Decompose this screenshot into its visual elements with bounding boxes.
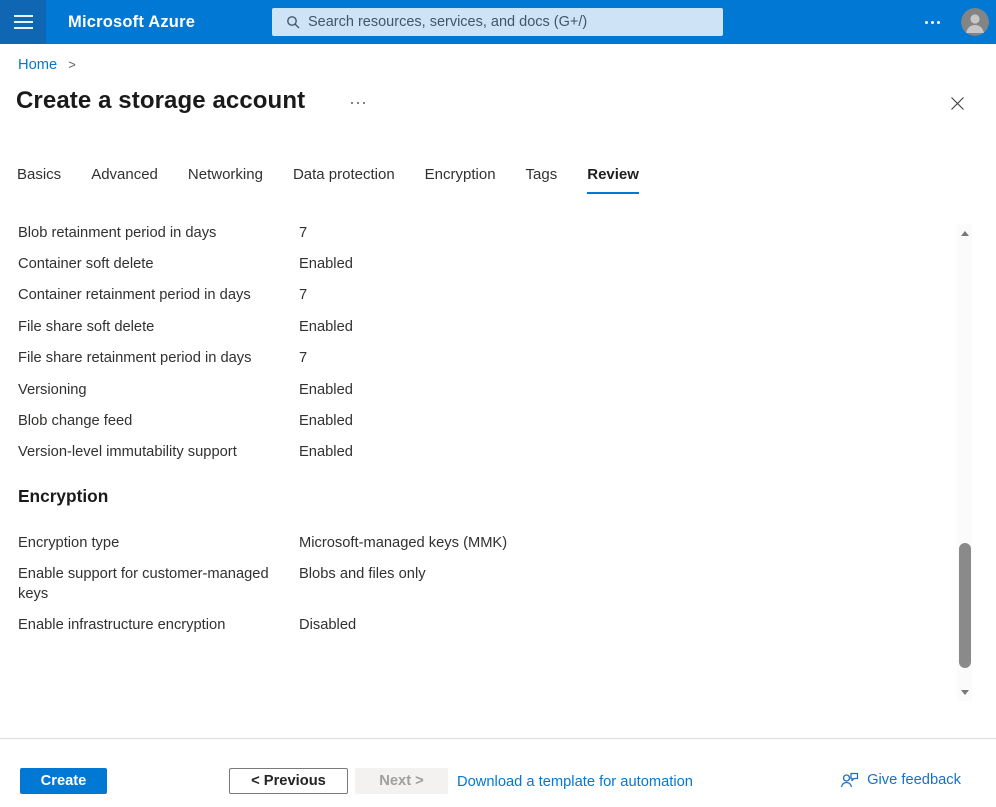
row-label: Enable infrastructure encryption <box>18 615 299 635</box>
ellipsis-icon <box>937 21 940 24</box>
row-value: Blobs and files only <box>299 564 938 584</box>
review-row: Version-level immutability support Enabl… <box>18 437 938 468</box>
breadcrumb-home-link[interactable]: Home <box>18 57 57 73</box>
hamburger-icon <box>14 15 33 17</box>
row-value: Disabled <box>299 615 938 635</box>
review-row: Enable infrastructure encryption Disable… <box>18 615 938 635</box>
encryption-rows: Encryption type Microsoft-managed keys (… <box>18 533 938 635</box>
row-label: File share soft delete <box>18 319 299 335</box>
tab-basics[interactable]: Basics <box>17 166 61 194</box>
tab-data-protection[interactable]: Data protection <box>293 166 395 194</box>
ellipsis-icon <box>363 102 366 105</box>
row-value: 7 <box>299 287 938 303</box>
ellipsis-icon <box>925 21 928 24</box>
ellipsis-icon <box>931 21 934 24</box>
vertical-scrollbar[interactable] <box>957 224 972 701</box>
give-feedback-button[interactable]: Give feedback <box>840 771 961 789</box>
tab-review[interactable]: Review <box>587 166 639 194</box>
search-icon <box>286 15 300 29</box>
row-value: Enabled <box>299 413 938 429</box>
encryption-section-heading: Encryption <box>18 486 938 507</box>
global-search-box[interactable] <box>272 8 723 36</box>
footer-divider <box>0 738 996 739</box>
row-label: Version-level immutability support <box>18 444 299 460</box>
scrollbar-thumb[interactable] <box>959 543 971 668</box>
row-value: 7 <box>299 225 938 241</box>
search-input[interactable] <box>308 14 715 30</box>
row-label: Blob change feed <box>18 413 299 429</box>
row-label: Versioning <box>18 382 299 398</box>
row-label: Container retainment period in days <box>18 287 299 303</box>
scroll-up-button[interactable] <box>957 226 972 240</box>
arrow-down-icon <box>961 690 969 695</box>
row-value: Enabled <box>299 256 938 272</box>
review-row: Container soft delete Enabled <box>18 248 938 279</box>
tab-encryption[interactable]: Encryption <box>425 166 496 194</box>
review-row: Blob change feed Enabled <box>18 405 938 436</box>
row-label: File share retainment period in days <box>18 350 299 366</box>
hamburger-icon <box>14 27 33 29</box>
row-value: Enabled <box>299 319 938 335</box>
close-icon <box>950 96 965 111</box>
tab-advanced[interactable]: Advanced <box>91 166 158 194</box>
row-label: Encryption type <box>18 533 299 553</box>
feedback-icon <box>840 771 859 789</box>
review-row: File share soft delete Enabled <box>18 311 938 342</box>
row-value: Enabled <box>299 382 938 398</box>
azure-portal-window: Microsoft Azure Home > Create a storage … <box>0 0 996 807</box>
tab-tags[interactable]: Tags <box>526 166 558 194</box>
topbar-more-button[interactable] <box>920 0 944 44</box>
download-template-link[interactable]: Download a template for automation <box>457 774 693 790</box>
create-button[interactable]: Create <box>20 768 107 794</box>
avatar-icon <box>961 8 989 36</box>
hamburger-icon <box>14 21 33 23</box>
review-row: Enable support for customer-managed keys… <box>18 564 938 604</box>
page-title: Create a storage account <box>16 87 305 115</box>
previous-button[interactable]: < Previous <box>229 768 348 794</box>
row-label: Blob retainment period in days <box>18 225 299 241</box>
arrow-up-icon <box>961 231 969 236</box>
next-button-disabled[interactable]: Next > <box>355 768 448 794</box>
review-row: Container retainment period in days 7 <box>18 280 938 311</box>
brand-title: Microsoft Azure <box>68 13 195 32</box>
give-feedback-label: Give feedback <box>867 772 961 788</box>
ellipsis-icon <box>351 102 354 105</box>
ellipsis-icon <box>357 102 360 105</box>
tab-networking[interactable]: Networking <box>188 166 263 194</box>
page-more-button[interactable] <box>348 94 368 112</box>
account-avatar[interactable] <box>961 8 989 36</box>
close-blade-button[interactable] <box>946 92 968 114</box>
review-row: Blob retainment period in days 7 <box>18 217 938 248</box>
review-panel: Blob retainment period in days 7 Contain… <box>18 217 938 646</box>
review-row: Versioning Enabled <box>18 374 938 405</box>
row-value: Enabled <box>299 444 938 460</box>
row-value: Microsoft-managed keys (MMK) <box>299 533 938 553</box>
top-bar: Microsoft Azure <box>0 0 996 44</box>
wizard-tabs: Basics Advanced Networking Data protecti… <box>17 166 639 194</box>
row-label: Container soft delete <box>18 256 299 272</box>
breadcrumb: Home > <box>18 57 76 73</box>
review-row: Encryption type Microsoft-managed keys (… <box>18 533 938 553</box>
row-label: Enable support for customer-managed keys <box>18 564 299 604</box>
breadcrumb-separator: > <box>68 57 76 72</box>
scroll-down-button[interactable] <box>957 685 972 699</box>
row-value: 7 <box>299 350 938 366</box>
hamburger-menu-button[interactable] <box>0 0 46 44</box>
review-row: File share retainment period in days 7 <box>18 343 938 374</box>
